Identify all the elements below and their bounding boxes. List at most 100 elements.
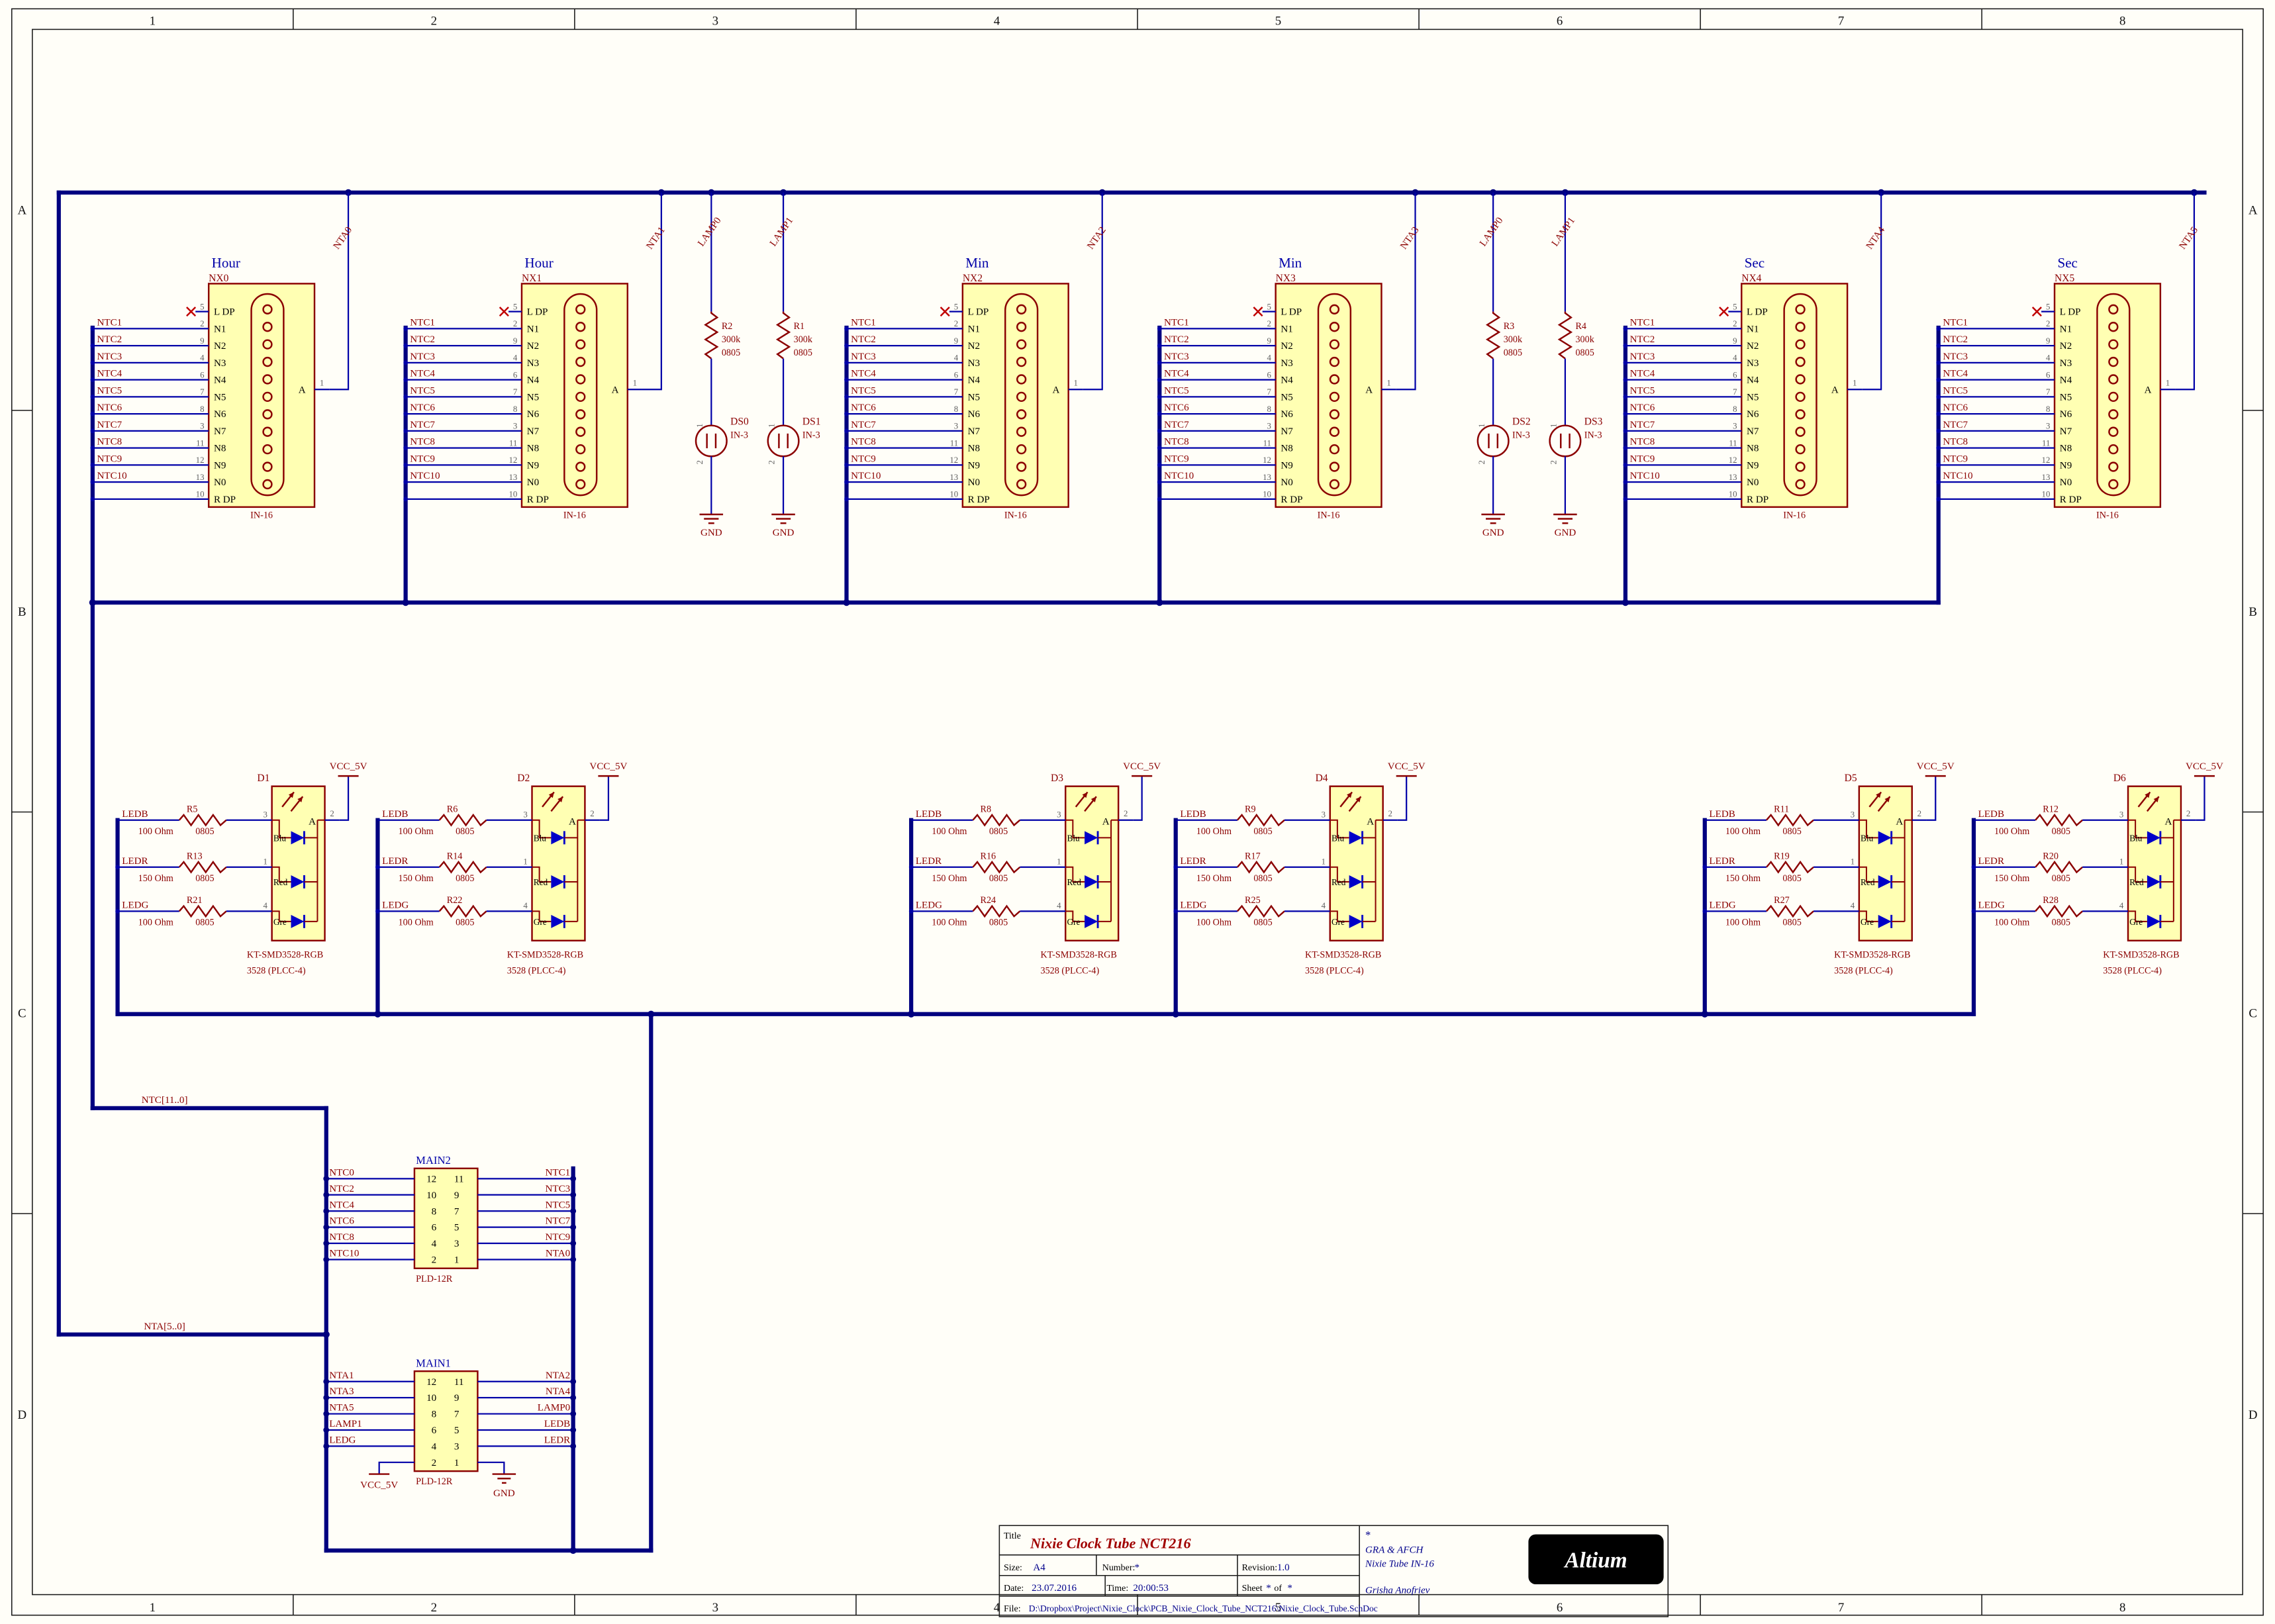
net-label: NTC6: [1943, 403, 1968, 413]
resistor-designator: R19: [1774, 851, 1790, 862]
pin-name: N6: [214, 409, 226, 420]
led-color-label: Blu: [273, 833, 287, 843]
pin-name: N4: [527, 375, 540, 386]
file-label: File:: [1004, 1604, 1021, 1614]
junction-dot: [1157, 377, 1162, 382]
pin-number: 9: [954, 336, 958, 346]
led-module-D6[interactable]: D6A2VCC_5VLEDB3R12100 Ohm0805BluLEDR1R20…: [1972, 761, 2223, 977]
led-designator: D1: [257, 773, 269, 784]
resistor-value: 150 Ohm: [1725, 873, 1761, 884]
net-label: NTC1: [851, 317, 876, 328]
pin-number: 1: [1549, 424, 1559, 428]
net-label: NTC4: [1943, 369, 1968, 379]
nixie-tube-NX3[interactable]: MinNX3L DP5N12NTC1N29NTC2N34NTC3N46NTC4N…: [1157, 193, 1422, 521]
row-label: C: [18, 1006, 26, 1020]
pin-number: 6: [1267, 370, 1272, 379]
pin-number: 10: [2042, 490, 2051, 499]
part-name: IN-16: [2096, 510, 2119, 521]
pin-number: 2: [1917, 809, 1921, 818]
pin-number: 4: [2046, 354, 2051, 363]
led-module-D1[interactable]: D1A2VCC_5VLEDB3R5100 Ohm0805BluLEDR1R131…: [115, 761, 367, 977]
part-name: IN-16: [250, 510, 273, 521]
anode-wire: [2175, 193, 2194, 389]
pin-number: 2: [200, 319, 204, 328]
neon-lamp-DS3[interactable]: LAMP1R4300k080512DS3IN-3GND: [1549, 193, 1603, 538]
pin-number: 10: [196, 490, 205, 499]
resistor-designator: R28: [2043, 895, 2058, 906]
wire: [1927, 776, 1935, 820]
row-label: B: [2249, 605, 2257, 619]
junction-dot: [323, 1443, 329, 1449]
nixie-tube-NX2[interactable]: MinNX2L DP5N12NTC1N29NTC2N34NTC3N46NTC4N…: [844, 193, 1108, 521]
pin-name: N0: [968, 477, 980, 488]
net-label: LAMP1: [329, 1419, 362, 1429]
neon-lamp-DS0[interactable]: LAMP0R2300k080512DS0IN-3GND: [695, 193, 749, 538]
junction-dot: [1702, 865, 1707, 869]
junction-dot: [91, 395, 95, 399]
led-color-label: Gre: [1067, 917, 1080, 927]
neon-lamp-DS1[interactable]: LAMP1R1300k080512DS1IN-3GND: [767, 193, 821, 538]
neon-lamp-DS2[interactable]: LAMP0R3300k080512DS2IN-3GND: [1477, 193, 1531, 538]
pin-number-left: 8: [432, 1409, 437, 1420]
nixie-tube-NX4[interactable]: SecNX4L DP5N12NTC1N29NTC2N34NTC3N46NTC4N…: [1623, 193, 1888, 521]
tube-title: Sec: [1745, 255, 1765, 271]
resistor-footprint: 0805: [195, 873, 214, 884]
tube-designator: NX1: [522, 273, 542, 284]
junction-dot: [1623, 395, 1628, 399]
nixie-tube-NX5[interactable]: SecNX5L DP5N12NTC1N29NTC2N34NTC3N46NTC4N…: [1936, 193, 2200, 521]
pin-number: 2: [330, 809, 334, 818]
pin-name: L DP: [214, 307, 235, 318]
junction-dot: [1623, 377, 1628, 382]
pin-number: 2: [2186, 809, 2190, 818]
pin-number: 7: [200, 387, 205, 397]
net-label: LEDR: [382, 856, 409, 867]
connector-MAIN2[interactable]: MAIN21211NTC0NTC1109NTC2NTC387NTC4NTC565…: [323, 1154, 576, 1284]
net-label: NTC9: [1943, 454, 1968, 464]
pin-number-right: 9: [454, 1190, 460, 1201]
resistor-footprint: 0805: [1253, 917, 1272, 928]
lamp-part: IN-3: [1512, 430, 1530, 441]
net-label: LEDG: [329, 1435, 356, 1446]
pin-name: N9: [214, 460, 226, 471]
nixie-tube-NX1[interactable]: HourNX1L DP5N12NTC1N29NTC2N34NTC3N46NTC4…: [403, 193, 667, 521]
led-module-D2[interactable]: D2A2VCC_5VLEDB3R6100 Ohm0805BluLEDR1R141…: [375, 761, 627, 977]
resistor-value: 100 Ohm: [1994, 917, 2029, 928]
pin-name: N3: [968, 358, 980, 369]
pin-number: 10: [1729, 490, 1737, 499]
net-label: NTC7: [1630, 420, 1655, 430]
resistor-value: 300k: [722, 334, 741, 345]
pin-number: 11: [509, 438, 517, 448]
led-module-D3[interactable]: D3A2VCC_5VLEDB3R8100 Ohm0805BluLEDR1R161…: [909, 761, 1161, 977]
led-module-D5[interactable]: D5A2VCC_5VLEDB3R11100 Ohm0805BluLEDR1R19…: [1702, 761, 1954, 977]
pin-name-anode: A: [299, 385, 306, 395]
resistor-designator: R16: [980, 851, 996, 862]
pin-number: 3: [954, 422, 958, 431]
resistor-designator: R14: [447, 851, 463, 862]
pin-number-left: 12: [426, 1174, 436, 1184]
junction-dot: [323, 1257, 329, 1263]
junction-dot: [1623, 463, 1628, 467]
column-label: 2: [431, 15, 437, 28]
junction-dot: [844, 326, 849, 331]
pin-name-anode: A: [1102, 816, 1110, 827]
part-footprint: 3528 (PLCC-4): [507, 966, 566, 977]
junction-dot: [374, 1011, 381, 1018]
led-module-D4[interactable]: D4A2VCC_5VLEDB3R9100 Ohm0805BluLEDR1R171…: [1173, 761, 1425, 977]
pin-name: N1: [968, 324, 980, 334]
sheet-number: *: [1266, 1583, 1271, 1594]
net-label: NTC6: [97, 403, 122, 413]
led-color-label: Gre: [273, 917, 287, 927]
junction-dot: [1157, 395, 1162, 399]
connector-MAIN1[interactable]: MAIN11211NTA1NTA2109NTA3NTA487NTA5LAMP06…: [323, 1357, 576, 1499]
pin-name: N1: [1281, 324, 1292, 334]
nixie-tube-NX0[interactable]: HourNX0L DP5N12NTC1N29NTC2N34NTC3N46NTC4…: [91, 193, 355, 521]
net-label: NTC10: [1943, 471, 1972, 481]
junction-dot: [1623, 326, 1628, 331]
resistor-value: 300k: [1575, 334, 1594, 345]
pin-name: N9: [2060, 460, 2072, 471]
pin-number: 9: [513, 336, 517, 346]
pin-name: N5: [2060, 392, 2072, 403]
led-designator: D5: [1845, 773, 1857, 784]
led-designator: D6: [2113, 773, 2126, 784]
junction-dot: [570, 1427, 576, 1433]
